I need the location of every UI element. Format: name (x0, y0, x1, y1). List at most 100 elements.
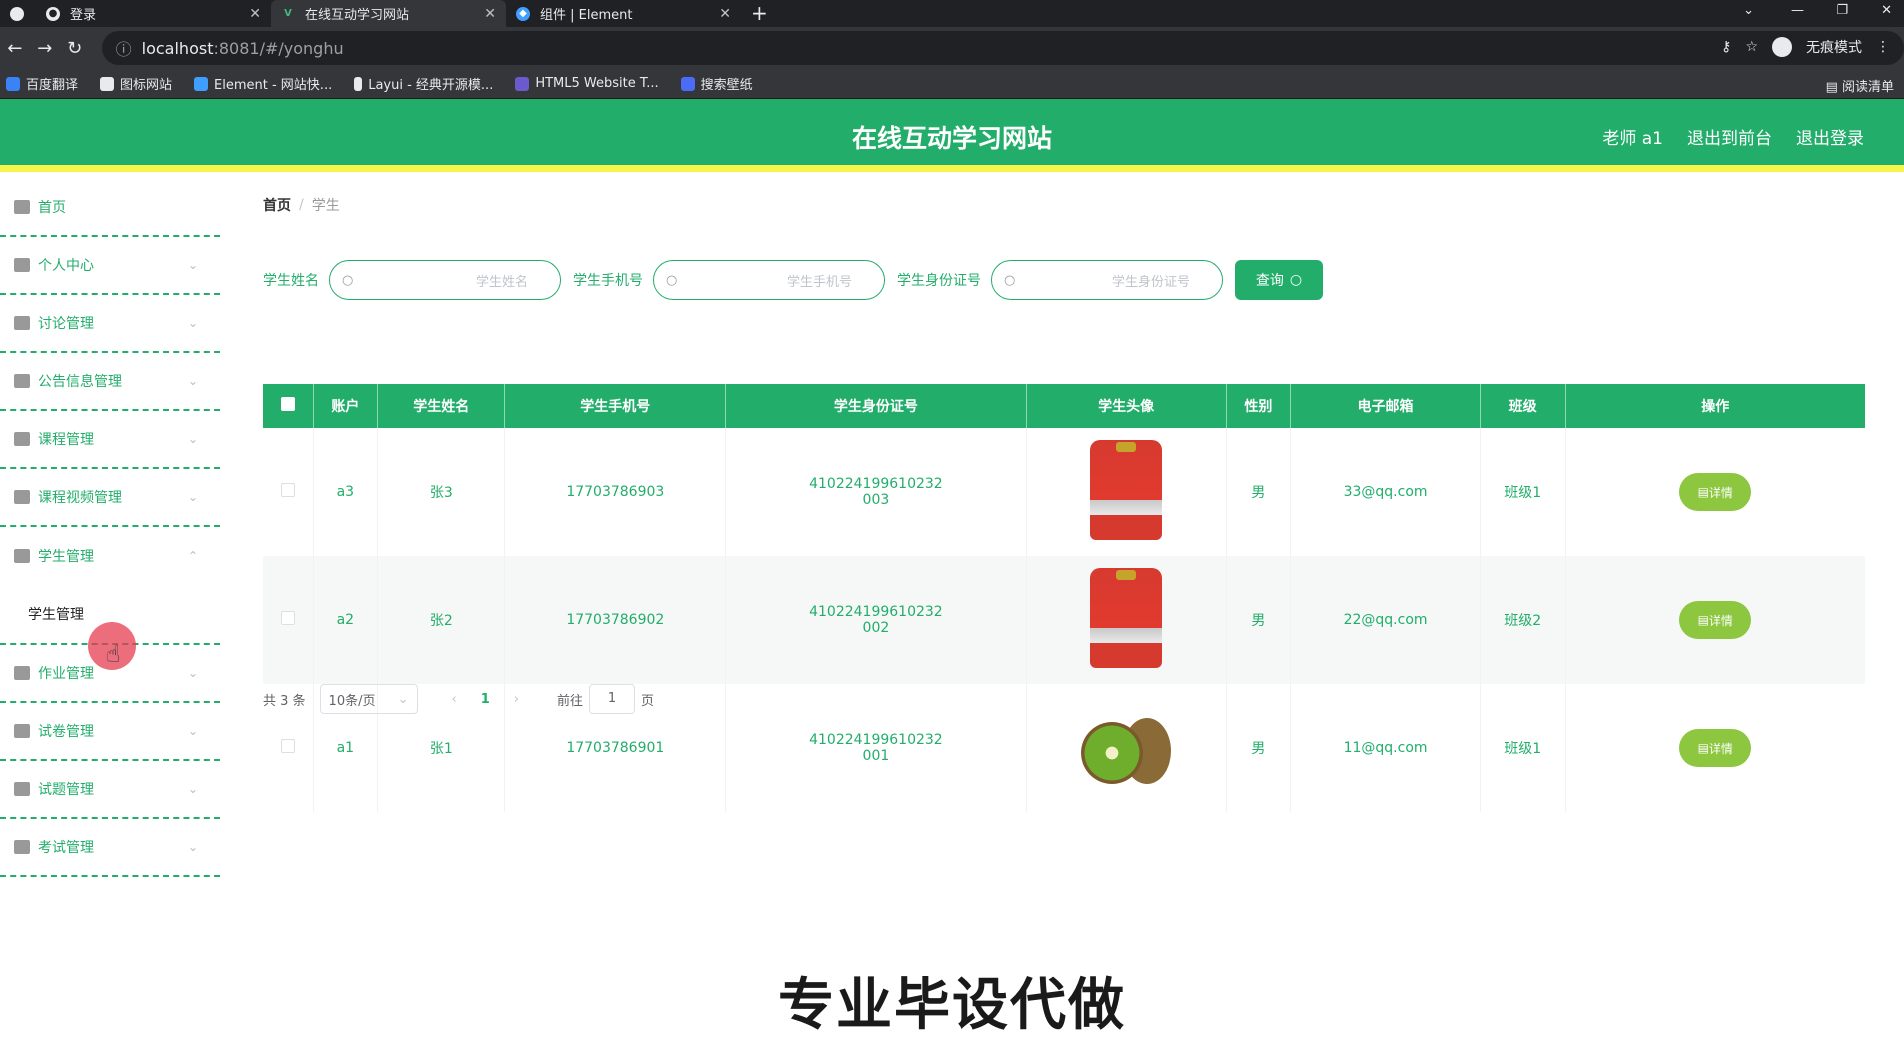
sidebar-item-label: 课程管理 (38, 432, 94, 448)
sidebar-menu: 首页 个人中心 ⌄ 讨论管理 ⌄ 公告信息管理 ⌄ 课程管理 ⌄ 课程视频管理 ⌄ 学生管… (0, 179, 220, 1040)
doc-icon (14, 782, 30, 796)
avatar-cell (1026, 556, 1227, 684)
bookmark-item[interactable]: 百度翻译 (6, 74, 78, 93)
reading-list[interactable]: ▤ 阅读清单 (1826, 76, 1894, 95)
id-search-input[interactable]: ○ 学生身份证号 (991, 260, 1223, 300)
bookmark-item[interactable]: Layui - 经典开源模... (354, 74, 493, 93)
avatar-cell (1026, 428, 1227, 556)
phone-search-input[interactable]: ○ 学生手机号 (653, 260, 885, 300)
new-tab-button[interactable]: + (751, 0, 768, 27)
detail-button[interactable]: ▤ 详情 (1679, 729, 1752, 767)
detail-button[interactable]: ▤ 详情 (1679, 601, 1752, 639)
row-checkbox[interactable] (280, 483, 295, 497)
gender-cell: 男 (1226, 556, 1292, 684)
card-icon (14, 549, 30, 563)
forward-button[interactable]: → (30, 38, 60, 59)
bookmark-label: Layui - 经典开源模... (368, 78, 494, 93)
back-button[interactable]: ← (0, 38, 30, 59)
incognito-icon[interactable] (1772, 37, 1792, 57)
bookmark-item[interactable]: Element - 网站快... (194, 74, 332, 93)
element-icon: ◆ (516, 6, 530, 21)
column-header: 电子邮箱 (1290, 384, 1481, 428)
student-table: 账户 学生姓名 学生手机号 学生身份证号 学生头像 性别 电子邮箱 班级 操作 … (263, 384, 1865, 812)
doc-icon: ▤ (1697, 613, 1709, 627)
search-form: 学生姓名 ○ 学生姓名 学生手机号 ○ 学生手机号 学生身份证号 ○ 学生身份证号 查… (263, 260, 1323, 300)
row-checkbox[interactable] (280, 611, 295, 625)
name-search-input[interactable]: ○ 学生姓名 (329, 260, 561, 300)
profile-label[interactable]: 无痕模式 (1806, 37, 1862, 57)
id-line: 001 (862, 748, 890, 764)
email-cell: 33@qq.com (1290, 428, 1481, 556)
logout-link[interactable]: 退出登录 (1796, 124, 1864, 149)
browser-tab-strip: ● 登录 ✕ V 在线互动学习网站 ✕ ◆ 组件 | Element ✕ + ⌄… (0, 0, 1904, 27)
browser-tab-site[interactable]: V 在线互动学习网站 ✕ (271, 0, 506, 27)
url-input[interactable]: ⓘ localhost:8081/#/yonghu (101, 31, 1904, 65)
id-cell: 410224199610232 002 (725, 556, 1027, 684)
select-all-checkbox[interactable] (263, 384, 314, 428)
row-checkbox[interactable] (280, 739, 295, 753)
key-icon[interactable]: ⚷ (1721, 39, 1731, 55)
close-icon[interactable]: ✕ (484, 6, 496, 22)
detail-button[interactable]: ▤ 详情 (1679, 473, 1752, 511)
close-icon[interactable]: ✕ (249, 6, 261, 22)
minimize-button[interactable]: — (1791, 0, 1804, 27)
page-size-select[interactable]: 10条/页 ⌄ (319, 684, 418, 714)
checkbox[interactable] (280, 397, 295, 411)
bookmark-item[interactable]: HTML5 Website T... (515, 76, 659, 91)
more-menu-icon[interactable]: ⋮ (1876, 39, 1890, 55)
detail-button-label: 详情 (1708, 485, 1733, 500)
chevron-down-icon[interactable]: ⌄ (1743, 0, 1754, 27)
sidebar-item-discussion[interactable]: 讨论管理 ⌄ (0, 295, 220, 353)
prev-page-button[interactable]: ‹ (452, 692, 457, 707)
bookmark-item[interactable]: 图标网站 (100, 74, 172, 93)
sidebar-item-profile[interactable]: 个人中心 ⌄ (0, 237, 220, 295)
sidebar-item-label: 公告信息管理 (38, 374, 122, 390)
browser-menu-icon[interactable] (10, 7, 24, 21)
browser-tab-login[interactable]: ● 登录 ✕ (36, 0, 271, 27)
pagination: 共 3 条 10条/页 ⌄ ‹ 1 › 前往 1 页 (263, 684, 654, 714)
target-icon (14, 666, 30, 680)
sidebar-item-course[interactable]: 课程管理 ⌄ (0, 411, 220, 469)
sidebar-item-course-video[interactable]: 课程视频管理 ⌄ (0, 469, 220, 527)
avatar-image (1090, 568, 1163, 668)
avatar-cell (1026, 684, 1227, 812)
column-header: 学生姓名 (377, 384, 506, 428)
reload-button[interactable]: ↻ (60, 38, 90, 59)
column-header: 性别 (1226, 384, 1292, 428)
sidebar-item-paper[interactable]: 试卷管理 ⌄ (0, 703, 220, 761)
browser-tab-element[interactable]: ◆ 组件 | Element ✕ (506, 0, 741, 27)
sidebar-item-notice[interactable]: 公告信息管理 ⌄ (0, 353, 220, 411)
main-content: 首页 / 学生 学生姓名 ○ 学生姓名 学生手机号 ○ 学生手机号 学生身份证号 ○… (245, 179, 1885, 869)
page-suffix: 页 (641, 693, 655, 709)
reading-list-label: 阅读清单 (1841, 80, 1894, 95)
close-icon[interactable]: ✕ (719, 6, 731, 22)
goto-page-input[interactable]: 1 (589, 684, 636, 714)
flag-icon (100, 76, 115, 91)
sidebar-item-label: 学生管理 (38, 549, 94, 565)
current-user: 老师 a1 (1602, 129, 1663, 149)
table-row: a3 张3 17703786903 410224199610232 003 男 3… (263, 428, 1865, 556)
page-size-value: 10条/页 (328, 693, 376, 709)
sidebar-item-question[interactable]: 试题管理 ⌄ (0, 761, 220, 819)
sidebar-item-exam[interactable]: 考试管理 ⌄ (0, 819, 220, 877)
page-number[interactable]: 1 (481, 692, 490, 707)
table-row: a2 张2 17703786902 410224199610232 002 男 2… (263, 556, 1865, 684)
back-to-front-link[interactable]: 退出到前台 (1687, 124, 1772, 149)
home-icon (14, 200, 30, 214)
id-line: 002 (862, 620, 890, 636)
chevron-down-icon: ⌄ (187, 724, 198, 738)
star-icon[interactable]: ☆ (1745, 39, 1758, 55)
bookmark-item[interactable]: 搜索壁纸 (680, 74, 753, 93)
comment-icon (14, 724, 30, 738)
next-page-button[interactable]: › (514, 692, 519, 707)
sidebar-item-student[interactable]: 学生管理 ⌃ (0, 527, 220, 585)
query-button[interactable]: 查询 ○ (1235, 260, 1323, 300)
wallpaper-icon (680, 76, 695, 91)
column-header: 操作 (1565, 384, 1865, 428)
close-window-button[interactable]: ✕ (1881, 0, 1892, 27)
chevron-down-icon: ⌄ (187, 840, 198, 854)
restore-button[interactable]: ❐ (1836, 0, 1848, 27)
breadcrumb-home[interactable]: 首页 (263, 195, 291, 215)
placeholder: 学生姓名 (475, 274, 528, 290)
sidebar-item-home[interactable]: 首页 (0, 179, 220, 237)
